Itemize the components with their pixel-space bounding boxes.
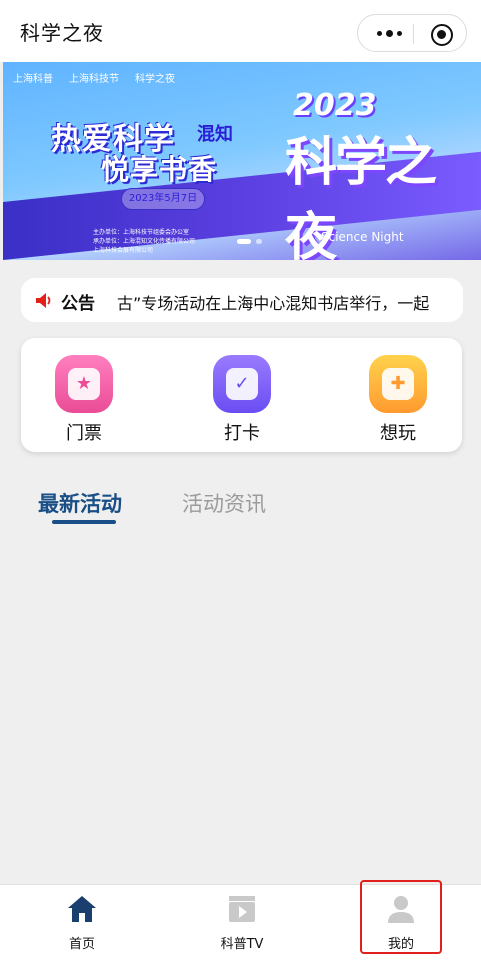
banner-date: 2023年5月7日: [121, 188, 205, 210]
page-title: 科学之夜: [20, 21, 104, 45]
tab-latest-activities[interactable]: 最新活动: [38, 488, 122, 518]
top-bar: 科学之夜: [0, 0, 481, 62]
banner-pagination: [237, 239, 262, 244]
banner-subtitle: Science Night: [321, 230, 404, 244]
pagination-dot-active: [237, 239, 251, 244]
feature-label: 门票: [66, 423, 102, 444]
organizer-line: 主办单位：上海科技节组委会办公室: [93, 229, 190, 236]
event-banner[interactable]: 上海科普 上海科技节 科学之夜 热爱科学 混知 悦享书香 2023年5月7日 主…: [3, 62, 481, 260]
home-icon: [68, 896, 96, 922]
nav-science-tv[interactable]: 科普TV: [197, 893, 287, 952]
banner-headline-2: 悦享书香: [101, 153, 218, 186]
announcement-bar[interactable]: 公告 古”专场活动在上海中心混知书店举行，一起: [21, 278, 463, 322]
banner-logos: 上海科普 上海科技节 科学之夜: [13, 70, 175, 85]
feature-checkin[interactable]: ✓ 打卡: [207, 355, 277, 445]
active-tab-underline: [52, 520, 116, 524]
feature-ticket[interactable]: ★ 门票: [49, 355, 119, 445]
feature-label: 想玩: [380, 423, 416, 444]
organizer-line: 上海科技会展有限公司: [93, 247, 154, 254]
logo-kexue-zhiye: 科学之夜: [135, 74, 175, 85]
tab-activity-news[interactable]: 活动资讯: [182, 488, 266, 518]
nav-label: 首页: [68, 937, 95, 952]
ticket-icon: ★: [55, 355, 113, 413]
feature-grid: ★ 门票 ✓ 打卡 ✚ 想玩: [21, 338, 462, 452]
video-icon: [229, 896, 255, 922]
checkin-icon: ✓: [213, 355, 271, 413]
banner-brand: 混知: [197, 124, 233, 145]
speaker-icon: [36, 293, 51, 308]
gamepad-icon: ✚: [369, 355, 427, 413]
capsule-divider: [413, 24, 414, 44]
announcement-text[interactable]: 古”专场活动在上海中心混知书店举行，一起: [117, 290, 429, 314]
announcement-label: 公告: [61, 294, 95, 314]
nav-home[interactable]: 首页: [37, 893, 127, 952]
organizer-line: 承办单位：上海混知文化传播有限公司: [93, 238, 196, 245]
more-icon[interactable]: [372, 23, 406, 43]
pagination-dot: [256, 239, 262, 244]
banner-year: 2023: [293, 88, 377, 123]
close-target-icon[interactable]: [431, 24, 453, 46]
banner-organizers: 主办单位：上海科技节组委会办公室 承办单位：上海混知文化传播有限公司 上海科技会…: [93, 228, 195, 255]
highlight-box: [360, 880, 442, 954]
mini-program-capsule: [357, 14, 467, 52]
logo-shanghai-kepu: 上海科普: [13, 74, 53, 85]
logo-keji-jie: 上海科技节: [69, 74, 119, 85]
feature-play[interactable]: ✚ 想玩: [363, 355, 433, 445]
feature-label: 打卡: [224, 423, 260, 444]
nav-label: 科普TV: [220, 937, 264, 952]
